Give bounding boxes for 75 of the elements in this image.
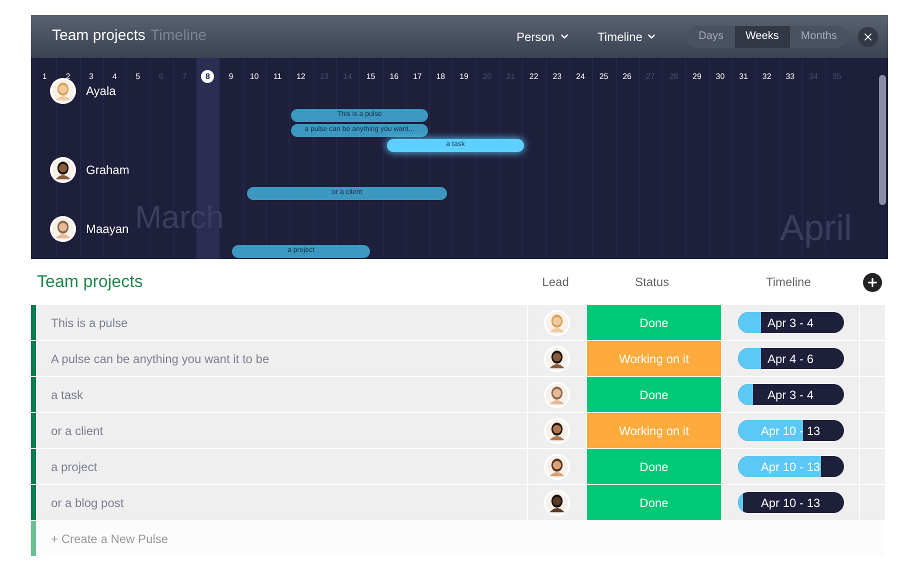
timeline-pill[interactable]: Apr 10 - 13	[738, 456, 844, 477]
timeline-pill[interactable]: Apr 3 - 4	[738, 384, 844, 405]
day-number: 16	[390, 71, 399, 83]
status-cell[interactable]: Done	[587, 449, 721, 484]
filter-dropdown[interactable]: Person	[516, 28, 570, 46]
day-number: 26	[622, 71, 632, 83]
day-number: 18	[436, 71, 446, 83]
timeline-dates: Apr 10 - 13	[760, 422, 820, 440]
person-name: Maayan	[86, 221, 129, 238]
timeline-dates: Apr 3 - 4	[767, 314, 814, 332]
avatar-icon	[544, 382, 570, 408]
day-number: 24	[576, 71, 585, 83]
timeline-dates: Apr 10 - 13	[760, 458, 820, 476]
avatar-icon	[544, 454, 570, 480]
avatar-icon	[544, 418, 570, 444]
day-number: 12	[296, 71, 306, 83]
status-cell[interactable]: Done	[587, 305, 721, 340]
avatar-icon	[544, 490, 570, 516]
pulse-name[interactable]: or a client	[37, 413, 527, 448]
day-number: 22	[529, 71, 538, 83]
filter-dropdown[interactable]: Timeline	[598, 28, 658, 46]
timeline-dates: Apr 4 - 6	[767, 350, 814, 368]
day-number: 4	[112, 71, 117, 83]
timeline-pill[interactable]: Apr 10 - 13	[738, 492, 844, 513]
column-header: Status	[634, 274, 670, 291]
avatar-icon	[50, 157, 76, 183]
day-number: 10	[250, 71, 259, 83]
avatar-icon	[50, 216, 76, 242]
column-header: Timeline	[764, 274, 812, 291]
day-number: 1	[42, 71, 47, 83]
add-column-button[interactable]	[863, 272, 882, 292]
scale-tab[interactable]: Months	[790, 26, 848, 48]
day-number: 9	[228, 71, 234, 83]
avatar-icon	[544, 310, 570, 336]
close-button[interactable]	[858, 26, 878, 46]
timeline-dates: Apr 3 - 4	[767, 386, 814, 404]
day-number: 5	[136, 71, 140, 83]
day-number: 19	[460, 71, 468, 83]
pulse-name[interactable]: a task	[37, 377, 527, 412]
status-cell[interactable]: Working on it	[587, 413, 721, 448]
day-number: 2	[66, 71, 70, 83]
day-number: 33	[786, 71, 795, 83]
timeline-pill[interactable]: Apr 10 - 13	[738, 420, 844, 441]
timeline-dates: Apr 10 - 13	[760, 494, 820, 512]
day-number: 29	[692, 71, 702, 83]
status-cell[interactable]: Done	[587, 377, 721, 412]
day-number: 3	[89, 71, 94, 83]
day-number: 11	[273, 71, 282, 83]
day-number: 23	[552, 71, 562, 83]
scale-tab[interactable]: Weeks	[734, 26, 790, 48]
day-number: 17	[412, 71, 422, 83]
day-number: 31	[739, 71, 748, 83]
status-cell[interactable]: Working on it	[587, 341, 721, 376]
timeline-pill[interactable]: Apr 4 - 6	[738, 348, 844, 369]
column-header: Lead	[541, 274, 570, 291]
status-cell[interactable]: Done	[587, 485, 721, 520]
pulse-name[interactable]: a project	[37, 449, 527, 484]
timeline-pill[interactable]: Apr 3 - 4	[738, 312, 844, 333]
close-icon	[862, 30, 874, 42]
day-number: 25	[599, 71, 608, 83]
group-title: Team projects	[36, 271, 144, 294]
day-number: 32	[762, 71, 772, 83]
pulse-name[interactable]: or a blog post	[37, 485, 527, 520]
pulse-name[interactable]: This is a pulse	[37, 305, 527, 340]
person-name: Graham	[86, 162, 130, 179]
scale-tab[interactable]: Days	[687, 26, 734, 48]
avatar-icon	[544, 346, 570, 372]
scrollbar[interactable]	[879, 75, 886, 205]
pulse-name[interactable]: A pulse can be anything you want it to be	[37, 341, 527, 376]
avatar-icon	[50, 78, 76, 104]
person-name: Ayala	[86, 83, 116, 100]
day-number: 30	[716, 71, 725, 83]
plus-icon	[866, 276, 880, 288]
day-number: 15	[366, 71, 376, 83]
board-title: Team projects	[52, 26, 146, 46]
